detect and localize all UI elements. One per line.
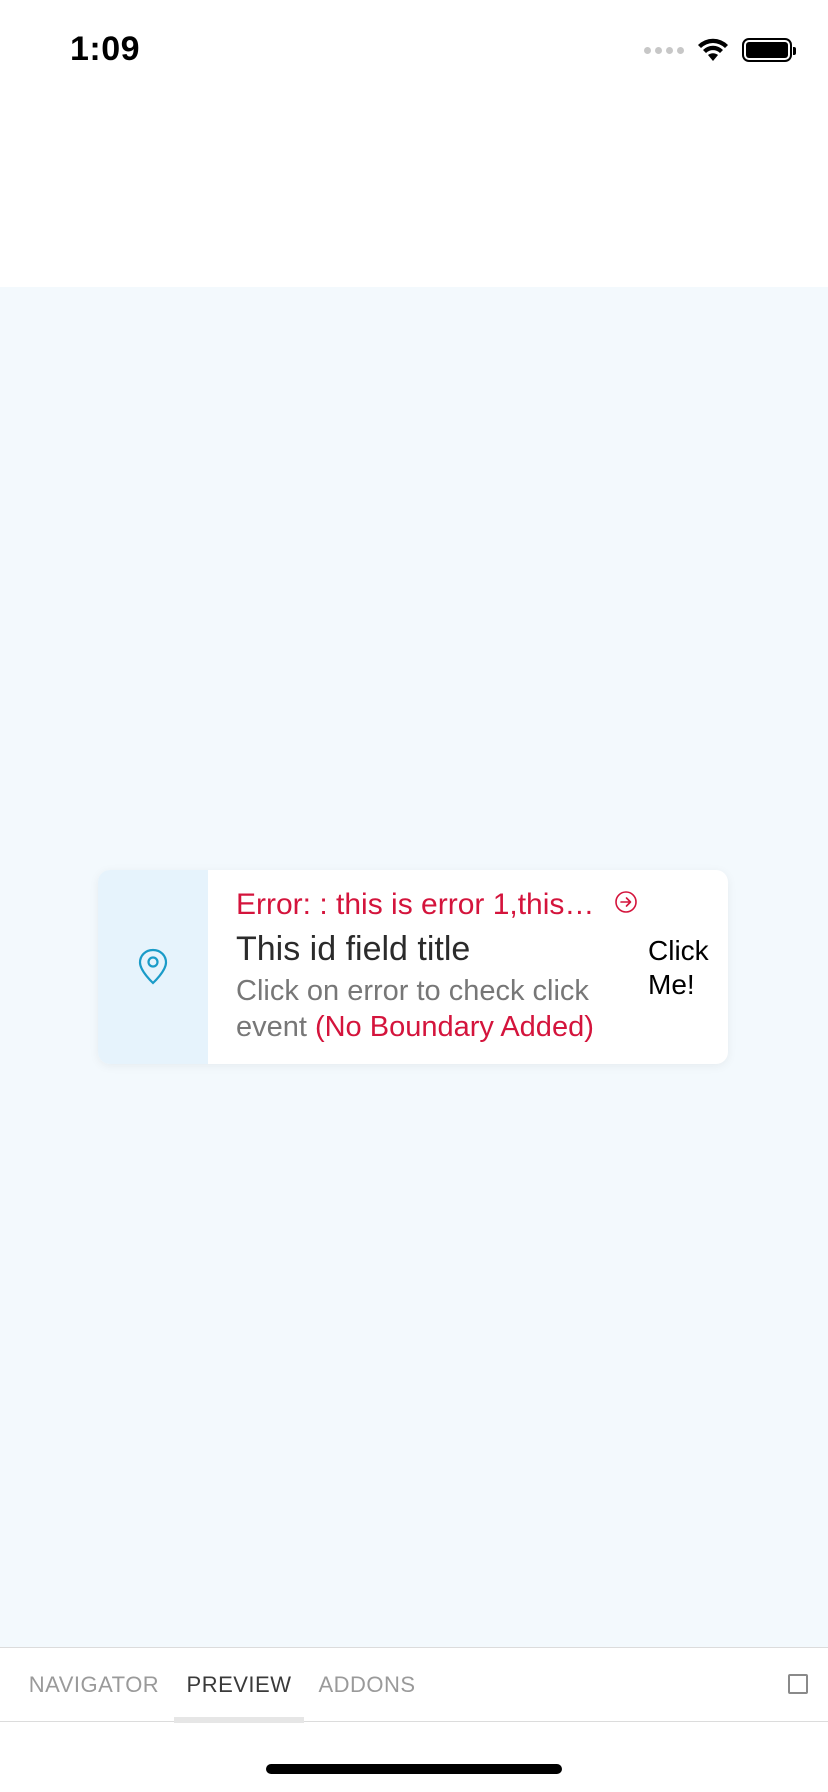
square-icon[interactable] <box>788 1674 808 1694</box>
error-row[interactable]: Error: : this is error 1,this is error 2 <box>236 888 728 922</box>
home-indicator[interactable] <box>266 1764 562 1774</box>
card-icon-column <box>98 870 208 1064</box>
preview-area: Error: : this is error 1,this is error 2… <box>0 287 828 1647</box>
cellular-signal-icon <box>644 46 684 54</box>
status-icons <box>644 36 796 64</box>
tab-navigator[interactable]: NAVIGATOR <box>14 1648 174 1722</box>
tab-preview[interactable]: PREVIEW <box>174 1648 304 1723</box>
card-body: Error: : this is error 1,this is error 2… <box>208 870 728 1064</box>
battery-icon <box>742 38 796 62</box>
app-screen: 1:09 Error:: this is error 1,this is Th… <box>0 0 828 1792</box>
field-description: Click on error to check click event (No B… <box>236 973 636 1045</box>
click-me-button[interactable]: Click Me! <box>648 934 728 1002</box>
location-pin-icon <box>138 948 168 985</box>
wifi-icon <box>698 38 728 61</box>
status-bar: 1:09 <box>0 0 828 100</box>
tab-addons[interactable]: ADDONS <box>304 1648 430 1722</box>
field-card[interactable]: Error: : this is error 1,this is error 2… <box>98 870 728 1064</box>
arrow-circle-right-icon[interactable] <box>614 890 638 914</box>
bottom-tab-bar: NAVIGATOR PREVIEW ADDONS <box>0 1647 828 1723</box>
boundary-note: (No Boundary Added) <box>314 1011 594 1043</box>
status-time: 1:09 <box>70 30 141 68</box>
error-message[interactable]: Error: : this is error 1,this is error 2 <box>236 888 602 922</box>
